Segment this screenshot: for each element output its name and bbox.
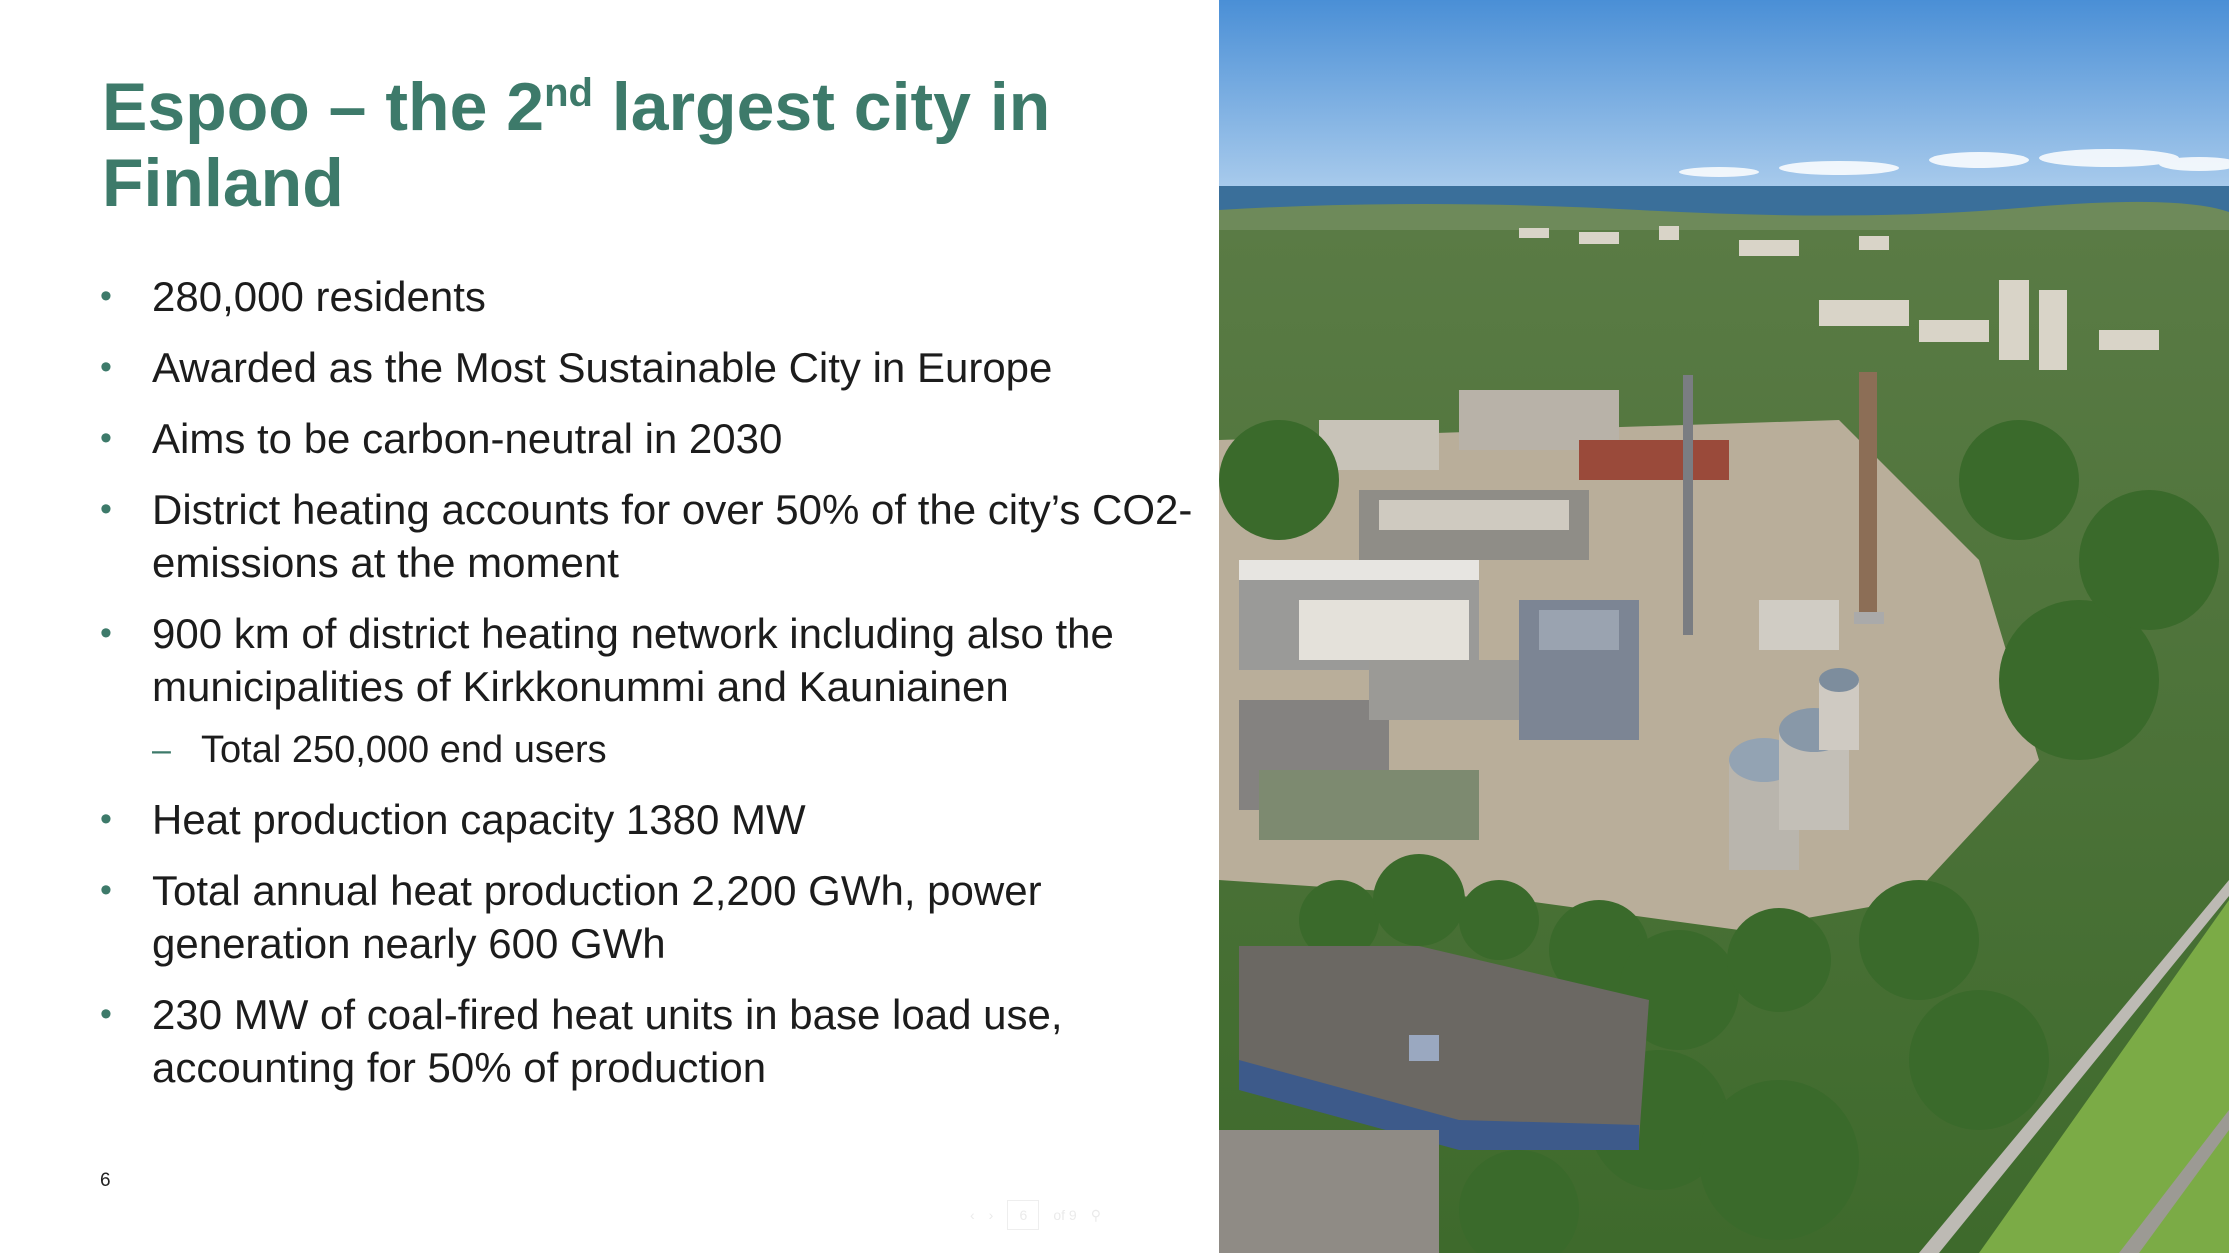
aerial-photo	[1219, 0, 2229, 1253]
bullet-item: • 900 km of district heating network incl…	[100, 607, 1200, 713]
bullet-icon: •	[100, 995, 112, 1033]
bullet-text: 900 km of district heating network inclu…	[152, 610, 1114, 710]
viewer-controls: ‹ › 6 of 9 ⚲	[970, 1198, 1101, 1232]
bullet-text: Heat production capacity 1380 MW	[152, 796, 806, 843]
bullet-icon: •	[100, 419, 112, 457]
bullet-item: • District heating accounts for over 50% …	[100, 483, 1200, 589]
bullet-item: • 280,000 residents	[100, 270, 1200, 323]
bullet-icon: •	[100, 800, 112, 838]
sub-bullet-text: Total 250,000 end users	[201, 729, 607, 771]
slide-text-panel: Espoo – the 2nd largest city in Finland …	[0, 0, 1219, 1253]
bullet-text: 280,000 residents	[152, 273, 486, 320]
chevron-right-icon[interactable]: ›	[989, 1207, 994, 1223]
bullet-text: District heating accounts for over 50% o…	[152, 486, 1193, 586]
bullet-item: • Awarded as the Most Sustainable City in…	[100, 341, 1200, 394]
slide-title: Espoo – the 2nd largest city in Finland	[102, 71, 1182, 217]
bullet-list: • 280,000 residents • Awarded as the Most …	[100, 270, 1200, 1112]
bullet-icon: •	[100, 614, 112, 652]
bullet-text: Total annual heat production 2,200 GWh, …	[152, 867, 1042, 967]
bullet-text: Aims to be carbon-neutral in 2030	[152, 415, 783, 462]
bullet-text: Awarded as the Most Sustainable City in …	[152, 344, 1053, 391]
bullet-item: • 230 MW of coal-fired heat units in base…	[100, 988, 1200, 1094]
slide: Espoo – the 2nd largest city in Finland …	[0, 0, 2229, 1253]
chevron-left-icon[interactable]: ‹	[970, 1207, 975, 1223]
bullet-icon: •	[100, 871, 112, 909]
page-count-label: of 9	[1053, 1207, 1077, 1223]
bullet-icon: •	[100, 348, 112, 386]
sub-bullet-item: – Total 250,000 end users	[100, 725, 1200, 775]
page-input[interactable]: 6	[1007, 1200, 1040, 1230]
bullet-item: • Total annual heat production 2,200 GWh,…	[100, 864, 1200, 970]
bullet-item: • Aims to be carbon-neutral in 2030	[100, 412, 1200, 465]
bullet-icon: •	[100, 277, 112, 315]
zoom-icon[interactable]: ⚲	[1091, 1207, 1101, 1224]
page-number: 6	[100, 1170, 111, 1191]
bullet-icon: •	[100, 490, 112, 528]
bullet-text: 230 MW of coal-fired heat units in base …	[152, 991, 1063, 1091]
dash-icon: –	[152, 731, 171, 769]
title-superscript: nd	[544, 71, 593, 115]
bullet-item: • Heat production capacity 1380 MW	[100, 793, 1200, 846]
title-prefix: Espoo – the 2	[102, 69, 545, 145]
aerial-photo-power-plant	[1219, 0, 2229, 1253]
